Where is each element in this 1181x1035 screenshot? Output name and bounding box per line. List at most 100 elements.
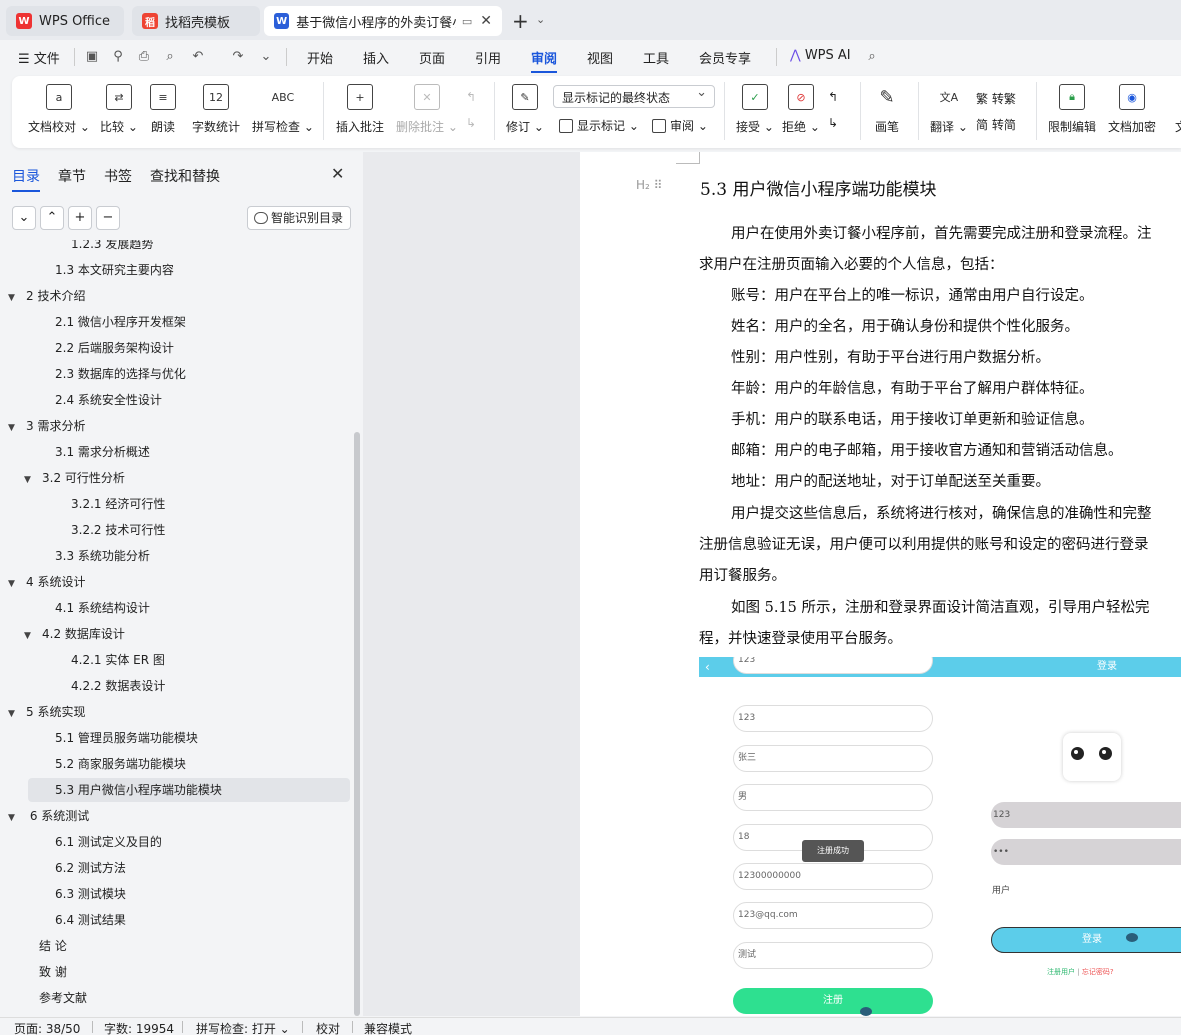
toc-item[interactable]: 6.2 测试方法 [0, 856, 350, 880]
toc-item[interactable]: ▼ 3.2 可行性分析 [0, 466, 350, 490]
share-icon[interactable]: ⚲ [110, 49, 126, 65]
show-markup-button[interactable]: 显示标记 ⌄ [559, 117, 639, 134]
toc-item[interactable]: ▼ 4 系统设计 [0, 570, 350, 594]
collapse-icon[interactable]: ⌃ [40, 206, 64, 230]
encrypt-button[interactable]: ◉ 文档加密 [1108, 84, 1156, 135]
restrict-edit-button[interactable]: 🔒︎ 限制编辑 [1048, 84, 1096, 135]
toc-item[interactable]: ▼ 3 需求分析 [0, 414, 350, 438]
menu-tools[interactable]: 工具 [643, 48, 669, 67]
toc-item[interactable]: 3.2.2 技术可行性 [0, 518, 350, 542]
wps-ai-button[interactable]: ⋀ WPS AI [790, 48, 851, 63]
file-menu[interactable]: ☰ 文件 [18, 48, 60, 67]
toc-item[interactable]: 6.3 测试模块 [0, 882, 350, 906]
menu-page[interactable]: 页面 [419, 48, 445, 67]
insert-comment-button[interactable]: + 插入批注 [336, 84, 384, 135]
tab-wps-office[interactable]: W WPS Office [6, 6, 124, 36]
tab-toc[interactable]: 目录 [12, 166, 40, 192]
expand-arrow-icon[interactable]: ▼ [24, 624, 36, 648]
toc-scrollbar[interactable] [354, 432, 360, 1016]
toc-item[interactable]: ▼ 5 系统实现 [0, 700, 350, 724]
menu-reference[interactable]: 引用 [475, 48, 501, 67]
to-simplified-button[interactable]: 简 转简 [976, 116, 1016, 133]
expand-icon[interactable]: ⌄ [12, 206, 36, 230]
toc-item[interactable]: 3.3 系统功能分析 [0, 544, 350, 568]
menu-start[interactable]: 开始 [307, 48, 333, 67]
page-indicator[interactable]: 页面: 38/50 [14, 1020, 80, 1035]
toc-item[interactable]: ▼ 6 系统测试 [0, 804, 350, 828]
add-heading-icon[interactable]: + [68, 206, 92, 230]
search-icon[interactable]: ⌕ [864, 49, 880, 65]
print-icon[interactable]: ⎙ [136, 49, 152, 65]
toc-item[interactable]: 5.1 管理员服务端功能模块 [0, 726, 350, 750]
toc-item[interactable]: ▼ 4.2 数据库设计 [0, 622, 350, 646]
toc-item[interactable]: 2.3 数据库的选择与优化 [0, 362, 350, 386]
proofread-indicator[interactable]: 校对 [316, 1020, 340, 1035]
toc-item[interactable]: 2.2 后端服务架构设计 [0, 336, 350, 360]
toc-item[interactable]: 3.1 需求分析概述 [0, 440, 350, 464]
toc-item[interactable]: 5.2 商家服务端功能模块 [0, 752, 350, 776]
toc-item[interactable]: 参考文献 [0, 986, 350, 1010]
toc-item[interactable]: 1.2.3 发展趋势 [0, 240, 350, 256]
toc-item[interactable]: 4.2.2 数据表设计 [0, 674, 350, 698]
tab-find-replace[interactable]: 查找和替换 [150, 166, 220, 186]
prev-comment-icon[interactable]: ↰ [466, 90, 476, 104]
ribbon-overflow-button[interactable]: 文 [1168, 84, 1181, 135]
heading-level-marker[interactable]: H₂ ⠿ [636, 178, 662, 192]
reject-button[interactable]: ⊘ 拒绝 ⌄ [782, 84, 820, 135]
toc-item[interactable]: 1.3 本文研究主要内容 [0, 258, 350, 282]
doc-check-button[interactable]: a 文档校对 ⌄ [28, 84, 90, 135]
markup-state-select[interactable]: 显示标记的最终状态 [553, 85, 715, 108]
ink-button[interactable]: ✎ 画笔 [874, 84, 900, 135]
next-change-icon[interactable]: ↳ [828, 116, 838, 130]
toc-item[interactable]: 致 谢 [0, 960, 350, 984]
toc-item[interactable]: ▼ 2 技术介绍 [0, 284, 350, 308]
expand-arrow-icon[interactable]: ▼ [24, 468, 36, 492]
save-icon[interactable]: ▣ [84, 49, 100, 65]
expand-arrow-icon[interactable]: ▼ [8, 416, 20, 440]
spell-check-button[interactable]: ABC 拼写检查 ⌄ [252, 84, 314, 135]
add-tab-icon[interactable]: + [512, 9, 529, 33]
toc-item[interactable]: 4.1 系统结构设计 [0, 596, 350, 620]
toc-item[interactable]: 2.1 微信小程序开发框架 [0, 310, 350, 334]
word-count-button[interactable]: 12 字数统计 [192, 84, 240, 135]
chevron-down-icon[interactable]: ⌄ [536, 13, 545, 26]
next-comment-icon[interactable]: ↳ [466, 116, 476, 130]
tab-bookmarks[interactable]: 书签 [104, 166, 132, 186]
prev-change-icon[interactable]: ↰ [828, 90, 838, 104]
read-aloud-button[interactable]: ≡ 朗读 [150, 84, 176, 135]
menu-view[interactable]: 视图 [587, 48, 613, 67]
close-tab-icon[interactable]: ✕ [480, 13, 492, 29]
toc-item[interactable]: 5.3 用户微信小程序端功能模块 [28, 778, 350, 802]
accept-button[interactable]: ✓ 接受 ⌄ [736, 84, 774, 135]
expand-arrow-icon[interactable]: ▼ [8, 806, 20, 830]
redo-icon[interactable]: ↷ [230, 49, 246, 65]
toc-item[interactable]: 4.2.1 实体 ER 图 [0, 648, 350, 672]
delete-comment-button[interactable]: ✕ 删除批注 ⌄ [396, 84, 458, 135]
menu-review[interactable]: 审阅 [531, 48, 558, 73]
expand-arrow-icon[interactable]: ▼ [8, 702, 20, 726]
toc-item[interactable]: 6.1 测试定义及目的 [0, 830, 350, 854]
review-pane-button[interactable]: 审阅 ⌄ [652, 117, 708, 134]
remove-heading-icon[interactable]: − [96, 206, 120, 230]
word-count-indicator[interactable]: 字数: 19954 [104, 1020, 174, 1035]
close-icon[interactable]: ✕ [331, 164, 344, 183]
tab-document[interactable]: W 基于微信小程序的外卖订餐小程序 ▭ ✕ [264, 6, 502, 36]
menu-insert[interactable]: 插入 [363, 48, 389, 67]
compare-button[interactable]: ⇄ 比较 ⌄ [100, 84, 138, 135]
undo-icon[interactable]: ↶ [190, 49, 206, 65]
translate-button[interactable]: 文A 翻译 ⌄ [930, 84, 968, 135]
toc-item[interactable]: 2.4 系统安全性设计 [0, 388, 350, 412]
expand-arrow-icon[interactable]: ▼ [8, 572, 20, 596]
tab-docer[interactable]: 稻 找稻壳模板 [132, 6, 260, 36]
menu-membership[interactable]: 会员专享 [699, 48, 751, 67]
to-traditional-button[interactable]: 繁 转繁 [976, 90, 1016, 107]
spell-check-indicator[interactable]: 拼写检查: 打开 ⌄ [196, 1020, 290, 1035]
toc-item[interactable]: 6.4 测试结果 [0, 908, 350, 932]
expand-arrow-icon[interactable]: ▼ [8, 286, 20, 310]
revise-button[interactable]: ✎ 修订 ⌄ [506, 84, 544, 135]
print-preview-icon[interactable]: ⌕ [162, 49, 178, 65]
chevron-down-icon[interactable]: ⌄ [258, 49, 274, 65]
smart-toc-button[interactable]: 智能识别目录 [247, 206, 351, 230]
toc-item[interactable]: 结 论 [0, 934, 350, 958]
toc-item[interactable]: 3.2.1 经济可行性 [0, 492, 350, 516]
